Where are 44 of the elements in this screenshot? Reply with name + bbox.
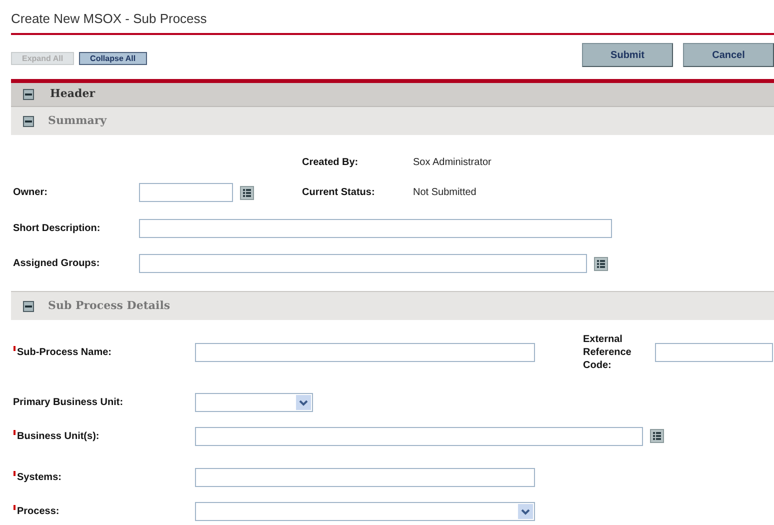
required-marker-icon [13,470,16,476]
list-icon[interactable] [650,429,664,443]
page-title: Create New MSOX - Sub Process [11,10,208,28]
required-marker-icon [13,430,16,434]
required-marker-icon [13,504,16,510]
dropdown-field[interactable] [195,502,535,520]
toolbar-button[interactable]: Collapse All [79,52,147,64]
input-field[interactable] [195,342,535,362]
input-field[interactable] [139,219,612,238]
list-icon[interactable] [594,256,608,270]
dropdown-field[interactable] [195,392,313,412]
field-label: Assigned Groups: [13,257,101,271]
field-label: Systems: [13,470,195,484]
field-label: Created By: [302,156,360,170]
chevron-down-icon [518,504,533,518]
chevron-down-icon [296,394,311,410]
field-value: Sox Administrator [413,156,492,170]
collapse-icon[interactable] [23,89,34,100]
field-label: Short Description: [13,222,102,236]
action-button[interactable]: Submit [582,43,673,67]
section-header[interactable]: Summary [11,107,774,135]
collapse-icon[interactable] [23,300,34,312]
field-label: Sub-Process Name: [13,344,195,360]
required-marker-icon [13,346,16,350]
field-label: Owner: [13,186,48,200]
field-label: External Reference Code: [583,332,632,372]
field-label: Primary Business Unit: [13,396,124,410]
input-field[interactable] [139,254,587,273]
input-field[interactable] [655,342,773,362]
input-field[interactable] [195,468,535,486]
field-label: Current Status: [302,186,376,200]
section-title: Sub Process Details [48,298,170,314]
field-label: Business Unit(s): [13,428,195,444]
section-header[interactable]: Header [11,83,774,107]
field-label: Process: [13,504,195,518]
list-icon[interactable] [240,186,254,200]
action-button[interactable]: Cancel [683,43,774,67]
input-field[interactable] [139,183,233,202]
section-header[interactable]: Sub Process Details [11,291,774,320]
field-value: Not Submitted [413,186,476,200]
input-field[interactable] [195,426,643,446]
section-title: Header [50,86,96,102]
collapse-icon[interactable] [23,116,34,126]
section-title: Summary [48,112,107,129]
